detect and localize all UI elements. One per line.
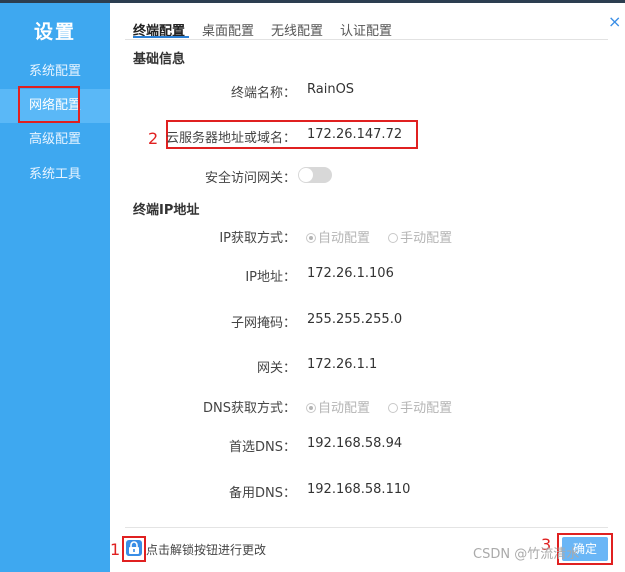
terminal-name-value[interactable]: RainOS — [307, 82, 354, 97]
ip-method-auto-label: 自动配置 — [318, 231, 371, 246]
lock-icon — [129, 541, 139, 554]
subnet-mask-value[interactable]: 255.255.255.0 — [307, 312, 402, 327]
tab-wireless-config[interactable]: 无线配置 — [271, 20, 323, 39]
radio-unchecked-icon — [388, 233, 399, 243]
ip-method-auto-radio[interactable]: 自动配置 — [306, 227, 370, 246]
dns-method-auto-radio[interactable]: 自动配置 — [306, 397, 370, 416]
section-title-ip: 终端IP地址 — [133, 203, 200, 218]
cloud-server-value[interactable]: 172.26.147.72 — [307, 127, 402, 142]
dns1-value[interactable]: 192.168.58.94 — [307, 436, 402, 451]
dns2-label: 备用DNS： — [229, 486, 296, 501]
dns-method-auto-label: 自动配置 — [318, 401, 371, 416]
sidebar-title: 设置 — [33, 21, 76, 43]
active-tab-indicator — [133, 36, 189, 38]
section-title-basic: 基础信息 — [133, 52, 186, 67]
unlock-button[interactable] — [126, 540, 142, 556]
secure-gateway-toggle[interactable] — [298, 167, 332, 183]
footer-divider — [125, 527, 608, 528]
ip-method-manual-radio[interactable]: 手动配置 — [388, 227, 452, 246]
dns-method-manual-radio[interactable]: 手动配置 — [388, 397, 452, 416]
gateway-label: 网关： — [256, 361, 296, 376]
secure-gateway-label: 安全访问网关： — [204, 171, 296, 186]
dns-method-radio-group: 自动配置 手动配置 — [306, 397, 466, 416]
dns-method-manual-label: 手动配置 — [400, 401, 453, 416]
radio-checked-icon — [306, 233, 316, 243]
watermark-text: CSDN @竹流清水 — [473, 547, 580, 562]
sidebar-item-advanced-config[interactable]: 高级配置 — [0, 123, 110, 157]
gateway-value[interactable]: 172.26.1.1 — [307, 357, 377, 372]
tab-auth-config[interactable]: 认证配置 — [340, 20, 392, 39]
annotation-number-1: 1 — [110, 540, 121, 559]
sidebar-item-system-config[interactable]: 系统配置 — [0, 55, 110, 89]
annotation-box-network-config — [18, 86, 80, 123]
ip-address-value[interactable]: 172.26.1.106 — [307, 266, 394, 281]
subnet-mask-label: 子网掩码： — [230, 316, 296, 331]
unlock-hint-text: 点击解锁按钮进行更改 — [146, 543, 267, 557]
sidebar-item-system-tools[interactable]: 系统工具 — [0, 158, 110, 192]
tab-desktop-config[interactable]: 桌面配置 — [202, 20, 254, 39]
close-icon[interactable]: × — [608, 12, 621, 31]
ip-method-manual-label: 手动配置 — [400, 231, 453, 246]
ip-method-label: IP获取方式： — [219, 231, 296, 246]
dns-method-label: DNS获取方式： — [203, 401, 296, 416]
radio-checked-icon — [306, 403, 316, 413]
terminal-name-label: 终端名称： — [230, 86, 296, 101]
tab-divider — [125, 39, 608, 40]
ip-method-radio-group: 自动配置 手动配置 — [306, 227, 466, 246]
dns1-label: 首选DNS： — [229, 440, 296, 455]
ip-address-label: IP地址： — [245, 270, 296, 285]
toggle-knob — [299, 168, 313, 182]
radio-unchecked-icon — [388, 403, 399, 413]
cloud-server-label: 云服务器地址或域名： — [165, 131, 296, 146]
dns2-value[interactable]: 192.168.58.110 — [307, 482, 410, 497]
